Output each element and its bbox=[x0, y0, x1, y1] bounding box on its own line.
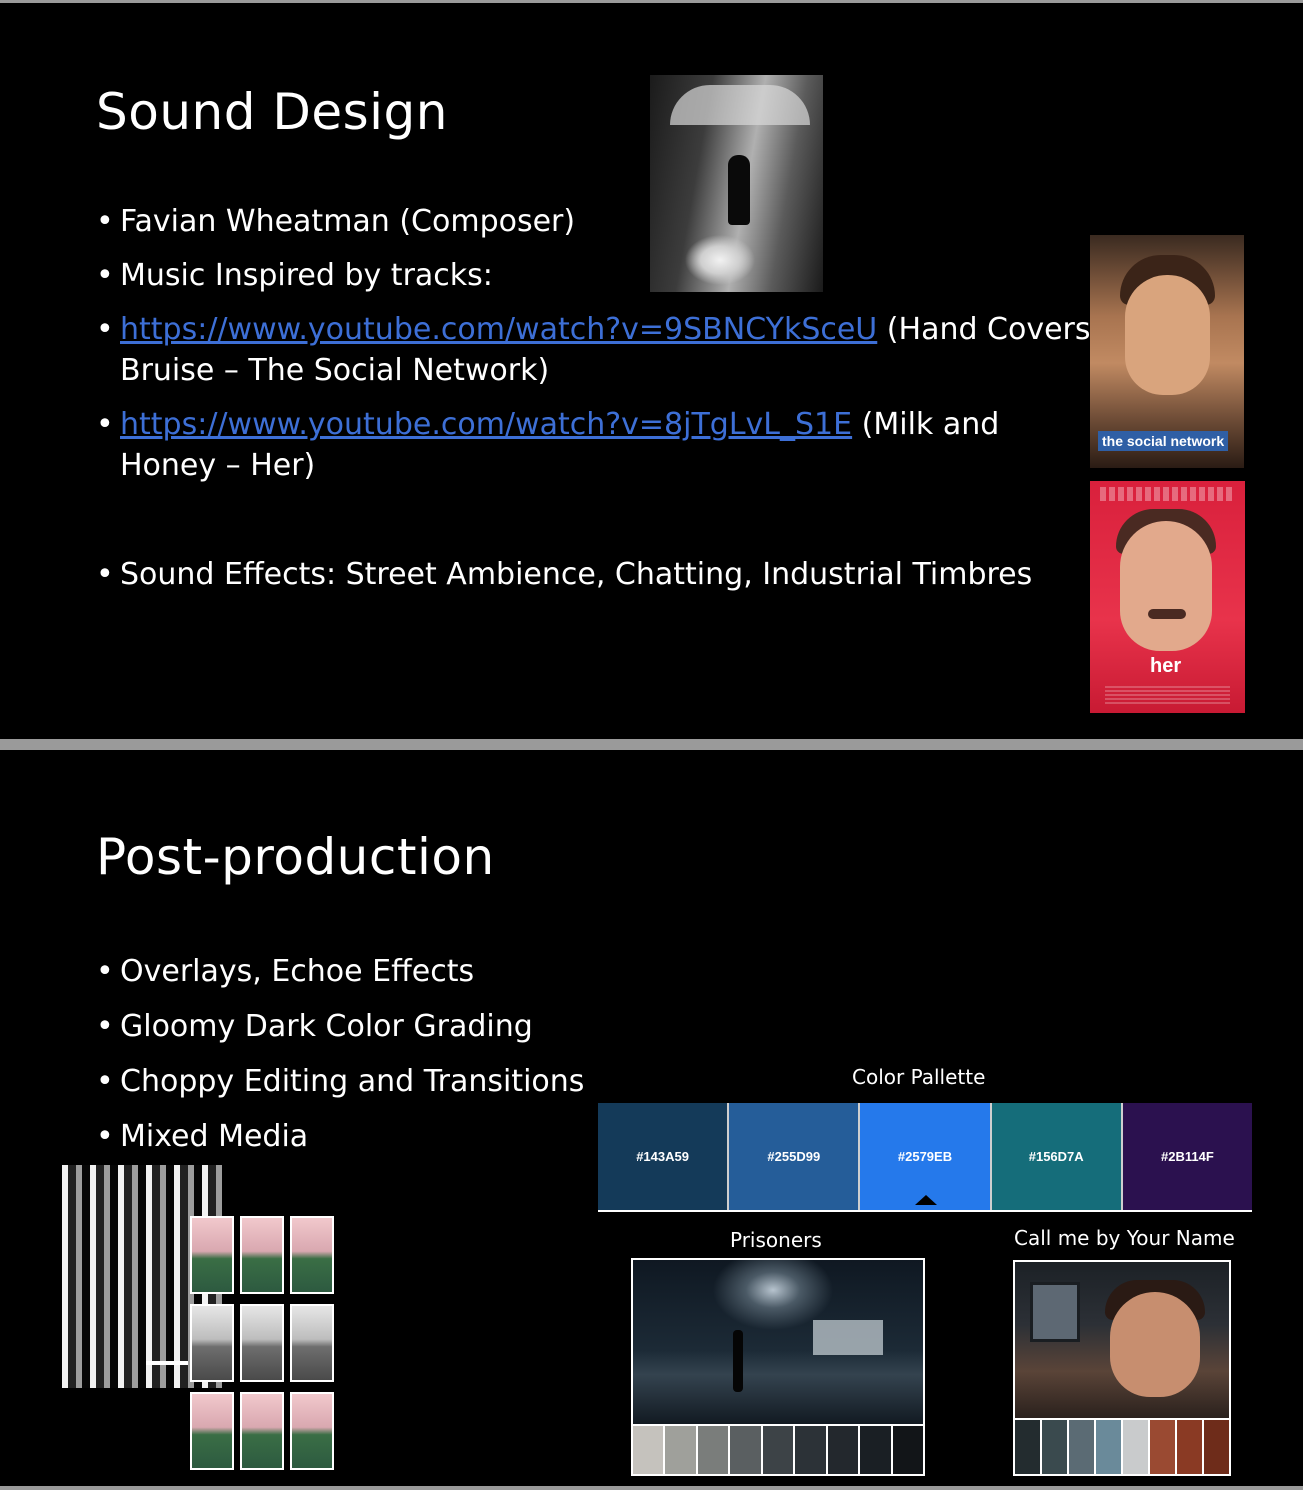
film-frame bbox=[240, 1216, 284, 1294]
bullet-item: Overlays, Echoe Effects bbox=[96, 951, 656, 992]
youtube-link[interactable]: https://www.youtube.com/watch?v=8jTgLvL_… bbox=[120, 407, 852, 442]
palette-swatch[interactable]: #2579EB bbox=[860, 1103, 992, 1210]
film-frame bbox=[290, 1304, 334, 1382]
bullet-item: Choppy Editing and Transitions bbox=[96, 1061, 656, 1102]
strip-color-chip bbox=[697, 1426, 731, 1474]
palette-swatch[interactable]: #255D99 bbox=[729, 1103, 861, 1210]
strip-color-chip bbox=[633, 1426, 666, 1474]
strip-color-chip bbox=[795, 1426, 828, 1474]
film-frame bbox=[290, 1216, 334, 1294]
film-frame bbox=[290, 1392, 334, 1470]
strip-color-chip bbox=[1150, 1420, 1177, 1474]
strip-color-chip bbox=[1177, 1420, 1204, 1474]
palette-swatch[interactable]: #156D7A bbox=[991, 1103, 1123, 1210]
her-poster: her bbox=[1090, 481, 1245, 713]
palette-swatch[interactable]: #143A59 bbox=[598, 1103, 730, 1210]
film-frame bbox=[240, 1304, 284, 1382]
poster-title: her bbox=[1150, 655, 1182, 677]
strip-color-chip bbox=[1096, 1420, 1123, 1474]
film-frame bbox=[190, 1216, 234, 1294]
strip-color-chip bbox=[1042, 1420, 1069, 1474]
strip-color-chip bbox=[860, 1426, 893, 1474]
bullet-item: Favian Wheatman (Composer) bbox=[96, 201, 1096, 242]
slide-title: Post-production bbox=[96, 828, 495, 886]
strip-color-chip bbox=[892, 1426, 923, 1474]
strip-color-chip bbox=[665, 1426, 698, 1474]
bullet-list: Favian Wheatman (Composer) Music Inspire… bbox=[96, 201, 1096, 595]
strip-color-chip bbox=[1069, 1420, 1096, 1474]
palette-label: Color Pallette bbox=[852, 1065, 986, 1089]
youtube-link[interactable]: https://www.youtube.com/watch?v=9SBNCYkS… bbox=[120, 312, 877, 347]
bullet-list: Overlays, Echoe Effects Gloomy Dark Colo… bbox=[96, 951, 656, 1157]
strip-color-chip bbox=[762, 1426, 796, 1474]
bullet-item: Mixed Media bbox=[96, 1116, 656, 1157]
film-frames-collage bbox=[190, 1216, 334, 1472]
bullet-item: https://www.youtube.com/watch?v=9SBNCYkS… bbox=[96, 309, 1096, 391]
film-frame bbox=[190, 1392, 234, 1470]
cmbyn-still bbox=[1013, 1260, 1231, 1420]
bullet-item: Music Inspired by tracks: bbox=[96, 255, 1096, 296]
bullet-item: Gloomy Dark Color Grading bbox=[96, 1006, 656, 1047]
cmbyn-color-strip bbox=[1013, 1420, 1231, 1476]
prisoners-still bbox=[631, 1258, 925, 1426]
bullet-item: Sound Effects: Street Ambience, Chatting… bbox=[96, 554, 1096, 595]
strip-color-chip bbox=[1123, 1420, 1150, 1474]
poster-title: the social network bbox=[1098, 431, 1229, 451]
strip-color-chip bbox=[827, 1426, 861, 1474]
social-network-poster: the social network bbox=[1090, 235, 1244, 468]
bullet-item: https://www.youtube.com/watch?v=8jTgLvL_… bbox=[96, 404, 1096, 486]
film-frame bbox=[190, 1304, 234, 1382]
strip-color-chip bbox=[1015, 1420, 1042, 1474]
prisoners-label: Prisoners bbox=[730, 1228, 822, 1252]
cmbyn-label: Call me by Your Name bbox=[1014, 1226, 1235, 1250]
strip-color-chip bbox=[1204, 1420, 1229, 1474]
palette-swatch[interactable]: #2B114F bbox=[1122, 1103, 1253, 1210]
prisoners-color-strip bbox=[631, 1426, 925, 1476]
selected-swatch-marker-icon bbox=[915, 1195, 937, 1205]
strip-color-chip bbox=[730, 1426, 763, 1474]
slide-title: Sound Design bbox=[96, 83, 448, 141]
film-frame bbox=[240, 1392, 284, 1470]
slide-sound-design[interactable]: Sound Design Favian Wheatman (Composer) … bbox=[0, 3, 1303, 739]
slide-post-production[interactable]: Post-production Overlays, Echoe Effects … bbox=[0, 750, 1303, 1486]
